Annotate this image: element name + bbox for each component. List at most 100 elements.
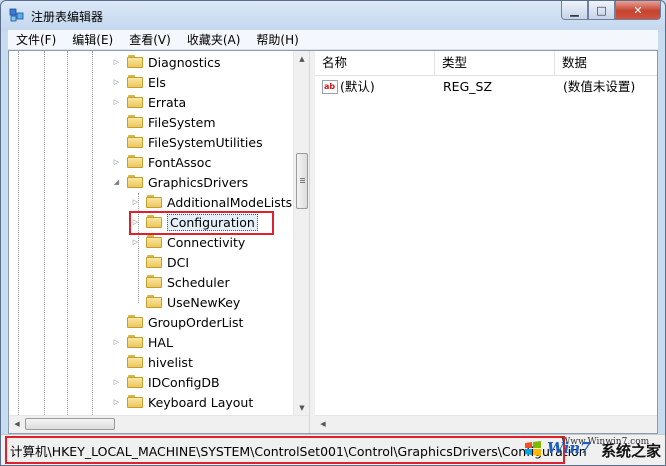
list-item[interactable]: ab (默认) REG_SZ (数值未设置) <box>315 77 657 97</box>
tree-node-scheduler[interactable]: Scheduler <box>131 272 230 292</box>
close-icon: ✕ <box>633 3 643 17</box>
tree-node-label: Els <box>148 74 166 90</box>
tree-node-label: Errata <box>148 94 187 110</box>
string-value-icon: ab <box>322 80 338 94</box>
tree-node-label: Scheduler <box>167 274 230 290</box>
folder-icon <box>127 375 143 389</box>
thumb-grip <box>300 178 305 179</box>
expand-arrow-icon[interactable]: ▷ <box>112 58 121 66</box>
arrow-left-icon: ◀ <box>320 420 326 428</box>
value-data: (数值未设置) <box>563 79 636 94</box>
windows-logo-icon <box>525 441 541 456</box>
tree-node-label: HAL <box>148 334 173 350</box>
menu-favorites[interactable]: 收藏夹(A) <box>179 31 249 48</box>
close-button[interactable]: ✕ <box>615 1 661 20</box>
arrow-up-icon: ▲ <box>299 55 305 63</box>
tree-node-hal[interactable]: ▷ HAL <box>112 332 173 352</box>
scroll-thumb[interactable] <box>296 153 308 209</box>
menu-file[interactable]: 文件(F) <box>8 31 64 48</box>
minimize-button[interactable]: ▁ <box>561 1 588 20</box>
scroll-up-button[interactable]: ▲ <box>294 51 310 67</box>
column-header-data[interactable]: 数据 <box>555 51 657 75</box>
maximize-button[interactable]: □ <box>588 1 615 20</box>
expand-arrow-icon[interactable]: ▷ <box>112 98 121 106</box>
tree-node-label: IDConfigDB <box>148 374 220 390</box>
column-header-type[interactable]: 类型 <box>435 51 555 75</box>
thumb-grip <box>300 180 305 181</box>
highlight-box-configuration <box>129 211 274 235</box>
tree-node-additionalmodelists[interactable]: ▷ AdditionalModeLists <box>131 192 292 212</box>
list-column-header: 名称 类型 数据 <box>315 51 657 76</box>
tree-node-label: GroupOrderList <box>148 314 244 330</box>
expand-arrow-icon[interactable]: ▷ <box>112 398 121 406</box>
tree-node-label: DCI <box>167 254 190 270</box>
tree-node-label: Keyboard Layout <box>148 394 254 410</box>
scroll-left-button[interactable]: ◀ <box>9 416 25 432</box>
tree-node-keyboard-layout[interactable]: ▷ Keyboard Layout <box>112 392 253 412</box>
tree-node-usenewkey[interactable]: UseNewKey <box>131 292 240 312</box>
column-header-name[interactable]: 名称 <box>315 51 435 75</box>
tree-horizontal-scrollbar[interactable]: ◀ <box>9 415 309 433</box>
tree-node-fontassoc[interactable]: ▷ FontAssoc <box>112 152 212 172</box>
watermark-suffix: 系统之家 <box>601 442 662 460</box>
expand-arrow-icon[interactable]: ▷ <box>131 238 140 246</box>
title-bar[interactable]: 注册表编辑器 ▁ □ ✕ <box>1 1 665 30</box>
folder-icon <box>127 135 143 149</box>
tree-node-label: FileSystemUtilities <box>148 134 263 150</box>
expand-arrow-icon[interactable]: ▷ <box>112 378 121 386</box>
editor-client-area: ▷ Diagnostics ▷ Els ▷ Errata FileSystem FileSys… <box>8 50 658 434</box>
folder-icon <box>127 355 143 369</box>
folder-icon <box>127 155 143 169</box>
tree-node-idconfigdb[interactable]: ▷ IDConfigDB <box>112 372 220 392</box>
tree-node-label: AdditionalModeLists <box>167 194 293 210</box>
tree-guide-line <box>67 51 68 433</box>
menu-view[interactable]: 查看(V) <box>121 31 179 48</box>
tree-node-graphicsdrivers[interactable]: ◢ GraphicsDrivers <box>112 172 248 192</box>
menu-edit[interactable]: 编辑(E) <box>64 31 121 48</box>
menu-help[interactable]: 帮助(H) <box>248 31 306 48</box>
folder-icon <box>127 315 143 329</box>
minimize-icon: ▁ <box>570 3 579 17</box>
tree-node-hivelist[interactable]: hivelist <box>112 352 193 372</box>
collapse-arrow-icon[interactable]: ◢ <box>112 178 121 186</box>
tree-guide-line <box>44 51 45 433</box>
folder-icon <box>127 75 143 89</box>
maximize-icon: □ <box>596 3 607 17</box>
value-name: (默认) <box>340 79 375 94</box>
tree-node-errata[interactable]: ▷ Errata <box>112 92 186 112</box>
status-bar: 计算机\HKEY_LOCAL_MACHINE\SYSTEM\ControlSet… <box>1 434 665 465</box>
tree-node-els[interactable]: ▷ Els <box>112 72 166 92</box>
expand-arrow-icon[interactable]: ▷ <box>112 338 121 346</box>
registry-editor-window: 注册表编辑器 ▁ □ ✕ 文件(F) 编辑(E) 查看(V) 收藏夹(A) 帮助… <box>0 0 666 466</box>
tree-guide-line <box>18 51 19 433</box>
folder-icon <box>127 175 143 189</box>
folder-icon <box>146 255 162 269</box>
tree-node-label: Diagnostics <box>148 54 221 70</box>
tree-node-filesystem[interactable]: FileSystem <box>112 112 216 132</box>
tree-node-connectivity[interactable]: ▷ Connectivity <box>131 232 246 252</box>
tree-node-label: Connectivity <box>167 234 246 250</box>
thumb-grip <box>300 182 305 183</box>
hscroll-thumb[interactable] <box>25 418 115 430</box>
folder-icon <box>146 275 162 289</box>
scroll-left-button[interactable]: ◀ <box>315 416 331 432</box>
folder-icon <box>146 195 162 209</box>
values-list[interactable]: 名称 类型 数据 ab (默认) REG_SZ (数值未设置) ◀ <box>315 51 657 433</box>
expand-arrow-icon[interactable]: ▷ <box>112 78 121 86</box>
tree-node-filesystemutilities[interactable]: FileSystemUtilities <box>112 132 263 152</box>
folder-icon <box>146 235 162 249</box>
menu-bar: 文件(F) 编辑(E) 查看(V) 收藏夹(A) 帮助(H) <box>8 30 658 50</box>
tree-node-label: GraphicsDrivers <box>148 174 249 190</box>
tree-node-diagnostics[interactable]: ▷ Diagnostics <box>112 52 221 72</box>
tree-vertical-scrollbar[interactable]: ▲ ▼ <box>293 51 310 416</box>
expand-arrow-icon[interactable]: ▷ <box>112 158 121 166</box>
folder-icon <box>127 115 143 129</box>
tree-node-dci[interactable]: DCI <box>131 252 189 272</box>
list-horizontal-scrollbar[interactable]: ◀ <box>315 415 657 433</box>
scroll-down-button[interactable]: ▼ <box>294 400 310 416</box>
tree-node-grouporderlist[interactable]: GroupOrderList <box>112 312 243 332</box>
registry-tree[interactable]: ▷ Diagnostics ▷ Els ▷ Errata FileSystem FileSys… <box>9 51 309 433</box>
expand-arrow-icon[interactable]: ▷ <box>131 198 140 206</box>
arrow-down-icon: ▼ <box>299 404 305 412</box>
folder-icon <box>127 55 143 69</box>
